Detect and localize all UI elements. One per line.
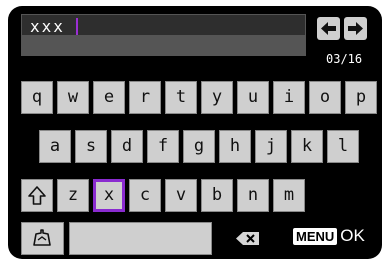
key-z[interactable]: z	[57, 179, 89, 212]
key-h[interactable]: h	[219, 130, 251, 163]
shift-icon	[28, 186, 46, 205]
key-e[interactable]: e	[93, 81, 125, 114]
cursor-right-button[interactable]	[344, 17, 367, 40]
key-w[interactable]: w	[57, 81, 89, 114]
keyboard-screen: xxx 03/16 qwertyuiop asdfghjkl zxcvbnm MEN…	[8, 6, 382, 259]
arrow-right-icon	[348, 22, 363, 35]
key-t[interactable]: t	[165, 81, 197, 114]
menu-button-label: MENU	[293, 227, 338, 245]
input-field-lower-band	[22, 35, 305, 55]
character-counter: 03/16	[326, 52, 363, 66]
key-x[interactable]: x	[93, 179, 125, 212]
key-c[interactable]: c	[129, 179, 161, 212]
key-q[interactable]: q	[21, 81, 53, 114]
key-m[interactable]: m	[273, 179, 305, 212]
input-text: xxx	[30, 17, 65, 36]
key-y[interactable]: y	[201, 81, 233, 114]
text-caret	[76, 18, 78, 35]
space-key[interactable]	[69, 222, 212, 255]
key-g[interactable]: g	[183, 130, 215, 163]
key-r[interactable]: r	[129, 81, 161, 114]
key-o[interactable]: o	[309, 81, 341, 114]
key-v[interactable]: v	[165, 179, 197, 212]
key-p[interactable]: p	[345, 81, 377, 114]
ok-label: OK	[340, 226, 365, 245]
shift-key[interactable]	[21, 179, 53, 212]
arrow-left-icon	[321, 22, 336, 35]
text-input-field[interactable]: xxx	[21, 14, 306, 56]
key-u[interactable]: u	[237, 81, 269, 114]
key-n[interactable]: n	[237, 179, 269, 212]
cursor-left-button[interactable]	[317, 17, 340, 40]
key-d[interactable]: d	[111, 130, 143, 163]
input-mode-icon	[33, 229, 51, 246]
key-l[interactable]: l	[327, 130, 359, 163]
key-a[interactable]: a	[39, 130, 71, 163]
backspace-icon	[236, 232, 259, 245]
key-s[interactable]: s	[75, 130, 107, 163]
key-b[interactable]: b	[201, 179, 233, 212]
delete-key[interactable]	[221, 222, 274, 255]
key-i[interactable]: i	[273, 81, 305, 114]
key-f[interactable]: f	[147, 130, 179, 163]
key-j[interactable]: j	[255, 130, 287, 163]
menu-ok-hint[interactable]: MENU OK	[293, 226, 365, 246]
input-mode-key[interactable]	[21, 222, 64, 255]
key-k[interactable]: k	[291, 130, 323, 163]
